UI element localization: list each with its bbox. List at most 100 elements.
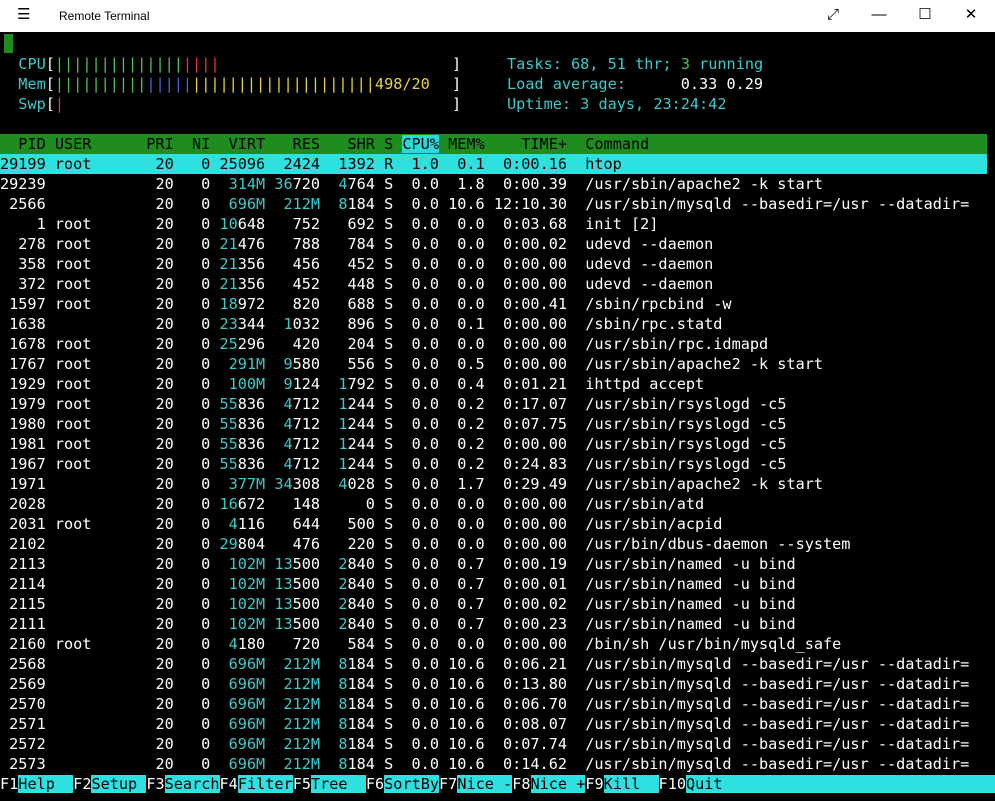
fkey-f2-label[interactable]: Setup <box>91 775 147 793</box>
fkey-f7-label[interactable]: Nice - <box>457 775 513 793</box>
process-row[interactable]: 2028 20 0 16672 148 0 S 0.0 0.0 0:00.00 … <box>0 494 987 514</box>
process-row[interactable]: 1981 root 20 0 55836 4712 1244 S 0.0 0.2… <box>0 434 987 454</box>
process-row[interactable]: 1767 root 20 0 291M 9580 556 S 0.0 0.5 0… <box>0 354 987 374</box>
column-header-pri[interactable]: PRI <box>137 135 173 153</box>
minimize-button[interactable]: — <box>867 6 891 24</box>
fkey-f3[interactable]: F3 <box>146 775 164 793</box>
fkey-f8-label[interactable]: Nice + <box>530 775 586 793</box>
mem-percent: 10.6 <box>438 755 485 773</box>
mem-percent: 10.6 <box>438 675 485 693</box>
process-row[interactable]: 1980 root 20 0 55836 4712 1244 S 0.0 0.2… <box>0 414 987 434</box>
process-row[interactable]: 1638 20 0 23344 1032 896 S 0.0 0.1 0:00.… <box>0 314 987 334</box>
fkey-f10[interactable]: F10 <box>659 775 686 793</box>
priority: 20 <box>137 715 174 733</box>
mem-percent: 10.6 <box>438 695 485 713</box>
cpu-percent: 0.0 <box>393 675 439 693</box>
process-row[interactable]: 2572 20 0 696M 212M 8184 S 0.0 10.6 0:07… <box>0 734 987 754</box>
cpu-percent: 0.0 <box>393 275 439 293</box>
process-row[interactable]: 29239 20 0 314M 36720 4764 S 0.0 1.8 0:0… <box>0 174 987 194</box>
process-row[interactable]: 29199 root 20 0 25096 2424 1392 R 1.0 0.… <box>0 154 987 174</box>
column-header-time[interactable]: TIME+ <box>485 135 567 153</box>
shr: 8184 <box>338 755 375 773</box>
process-row[interactable]: 1967 root 20 0 55836 4712 1244 S 0.0 0.2… <box>0 454 987 474</box>
fkey-f7[interactable]: F7 <box>439 775 457 793</box>
pid: 29199 <box>0 155 46 173</box>
process-row[interactable]: 2115 20 0 102M 13500 2840 S 0.0 0.7 0:00… <box>0 594 987 614</box>
maximize-button[interactable]: ☐ <box>913 6 937 24</box>
mem-percent: 0.0 <box>438 635 485 653</box>
process-row[interactable]: 2566 20 0 696M 212M 8184 S 0.0 10.6 12:1… <box>0 194 987 214</box>
column-header-user[interactable]: USER <box>46 135 137 153</box>
fkey-f9-label[interactable]: Kill <box>603 775 659 793</box>
cpu-time: 0:00.23 <box>484 615 567 633</box>
priority: 20 <box>137 575 174 593</box>
cpu-percent: 0.0 <box>393 415 439 433</box>
column-header-res[interactable]: RES <box>265 135 320 153</box>
fkey-f9[interactable]: F9 <box>585 775 603 793</box>
command: htop <box>566 155 622 173</box>
process-row[interactable]: 1597 root 20 0 18972 820 688 S 0.0 0.0 0… <box>0 294 987 314</box>
cpu-time: 0:00.00 <box>484 275 567 293</box>
user <box>46 715 137 733</box>
column-header-command[interactable]: Command <box>567 135 649 153</box>
process-row[interactable]: 1678 root 20 0 25296 420 204 S 0.0 0.0 0… <box>0 334 987 354</box>
process-row[interactable]: 2031 root 20 0 4116 644 500 S 0.0 0.0 0:… <box>0 514 987 534</box>
column-header-mem[interactable]: MEM% <box>439 135 485 153</box>
shr: 8184 <box>338 675 375 693</box>
column-header-virt[interactable]: VIRT <box>210 135 266 153</box>
process-row[interactable]: 1 root 20 0 10648 752 692 S 0.0 0.0 0:03… <box>0 214 987 234</box>
terminal[interactable]: CPU[|||||||||||||||||| Mem[|||||||||||||… <box>0 32 995 801</box>
process-row[interactable]: 2570 20 0 696M 212M 8184 S 0.0 10.6 0:06… <box>0 694 987 714</box>
nice: 0 <box>173 315 211 333</box>
process-row[interactable]: 372 root 20 0 21356 452 448 S 0.0 0.0 0:… <box>0 274 987 294</box>
fkey-f1-label[interactable]: Help <box>18 775 74 793</box>
priority: 20 <box>137 735 174 753</box>
column-header-pid[interactable]: PID <box>0 135 45 153</box>
res: 212M <box>283 755 321 773</box>
process-row[interactable]: 2102 20 0 29804 476 220 S 0.0 0.0 0:00.0… <box>0 534 987 554</box>
fkey-f6-label[interactable]: SortBy <box>384 775 440 793</box>
process-row[interactable]: 2160 root 20 0 4180 720 584 S 0.0 0.0 0:… <box>0 634 987 654</box>
uptime: Uptime: 3 days, 23:24:42 <box>507 95 727 113</box>
fkey-f5-label[interactable]: Tree <box>310 775 366 793</box>
process-row[interactable]: 2111 20 0 102M 13500 2840 S 0.0 0.7 0:00… <box>0 614 987 634</box>
user <box>46 575 137 593</box>
virt: 696M <box>228 715 266 733</box>
process-table-header[interactable]: PID USER PRI NI VIRT RES SHR S CPU% MEM%… <box>0 134 987 154</box>
nice: 0 <box>173 735 211 753</box>
priority: 20 <box>137 155 174 173</box>
hamburger-menu-icon[interactable]: ☰ <box>17 7 30 23</box>
fkey-f6[interactable]: F6 <box>366 775 384 793</box>
fkey-f4[interactable]: F4 <box>220 775 238 793</box>
process-row[interactable]: 2114 20 0 102M 13500 2840 S 0.0 0.7 0:00… <box>0 574 987 594</box>
fkey-f2[interactable]: F2 <box>73 775 91 793</box>
fkey-f5[interactable]: F5 <box>293 775 311 793</box>
process-row[interactable]: 2573 20 0 696M 212M 8184 S 0.0 10.6 0:14… <box>0 754 987 774</box>
fkey-f3-label[interactable]: Search <box>164 775 220 793</box>
fkey-f1[interactable]: F1 <box>0 775 18 793</box>
process-row[interactable]: 1929 root 20 0 100M 9124 1792 S 0.0 0.4 … <box>0 374 987 394</box>
process-row[interactable]: 1971 20 0 377M 34308 4028 S 0.0 1.7 0:29… <box>0 474 987 494</box>
process-row[interactable]: 278 root 20 0 21476 788 784 S 0.0 0.0 0:… <box>0 234 987 254</box>
process-row[interactable]: 2113 20 0 102M 13500 2840 S 0.0 0.7 0:00… <box>0 554 987 574</box>
fkey-f4-label[interactable]: Filter <box>237 775 293 793</box>
cpu-percent: 0.0 <box>393 755 439 773</box>
state: S <box>374 275 394 293</box>
close-button[interactable]: ✕ <box>959 6 983 24</box>
process-row[interactable]: 1979 root 20 0 55836 4712 1244 S 0.0 0.2… <box>0 394 987 414</box>
column-header-shr[interactable]: SHR <box>320 135 374 153</box>
process-row[interactable]: 358 root 20 0 21356 456 452 S 0.0 0.0 0:… <box>0 254 987 274</box>
fullscreen-icon[interactable]: ⤢ <box>821 6 845 24</box>
column-header-ni[interactable]: NI <box>174 135 210 153</box>
mem-percent: 1.7 <box>438 475 485 493</box>
title-bar: ☰ Remote Terminal ⤢ — ☐ ✕ <box>0 0 995 32</box>
process-row[interactable]: 2569 20 0 696M 212M 8184 S 0.0 10.6 0:13… <box>0 674 987 694</box>
pid: 2115 <box>0 595 46 613</box>
column-header-state[interactable]: S <box>375 135 393 153</box>
column-header-cpu-sorted[interactable]: CPU% <box>402 135 439 153</box>
fkey-f10-label[interactable]: Quit <box>685 775 995 793</box>
state: S <box>374 695 394 713</box>
process-row[interactable]: 2568 20 0 696M 212M 8184 S 0.0 10.6 0:06… <box>0 654 987 674</box>
process-row[interactable]: 2571 20 0 696M 212M 8184 S 0.0 10.6 0:08… <box>0 714 987 734</box>
fkey-f8[interactable]: F8 <box>512 775 530 793</box>
